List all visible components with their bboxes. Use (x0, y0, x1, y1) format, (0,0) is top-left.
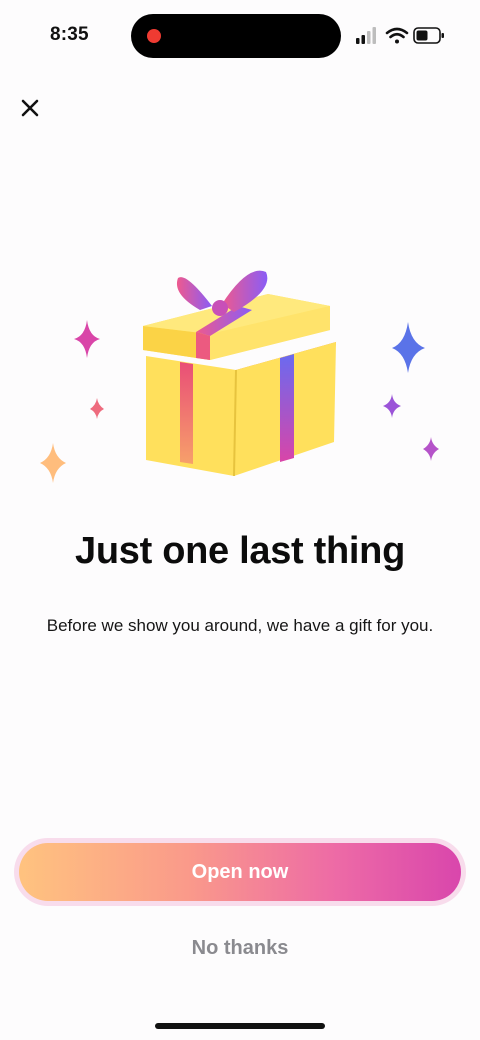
page-title: Just one last thing (75, 530, 405, 572)
status-icons (356, 27, 444, 44)
signal-icon (356, 27, 376, 44)
close-icon (21, 99, 39, 117)
open-now-button[interactable]: Open now (19, 843, 461, 901)
wifi-icon (385, 27, 409, 44)
no-thanks-button[interactable]: No thanks (140, 930, 340, 966)
gift-illustration (40, 270, 439, 483)
close-button[interactable] (14, 92, 46, 124)
gift-box-icon (143, 270, 336, 477)
home-indicator[interactable] (155, 1023, 325, 1029)
battery-icon (413, 27, 444, 44)
page-subtitle: Before we show you around, we have a gif… (46, 616, 434, 635)
status-time: 8:35 (50, 24, 89, 45)
screen: 8:35 Just one last thing Before we show … (0, 0, 480, 1040)
recording-indicator (147, 29, 161, 43)
dynamic-island (131, 14, 341, 58)
